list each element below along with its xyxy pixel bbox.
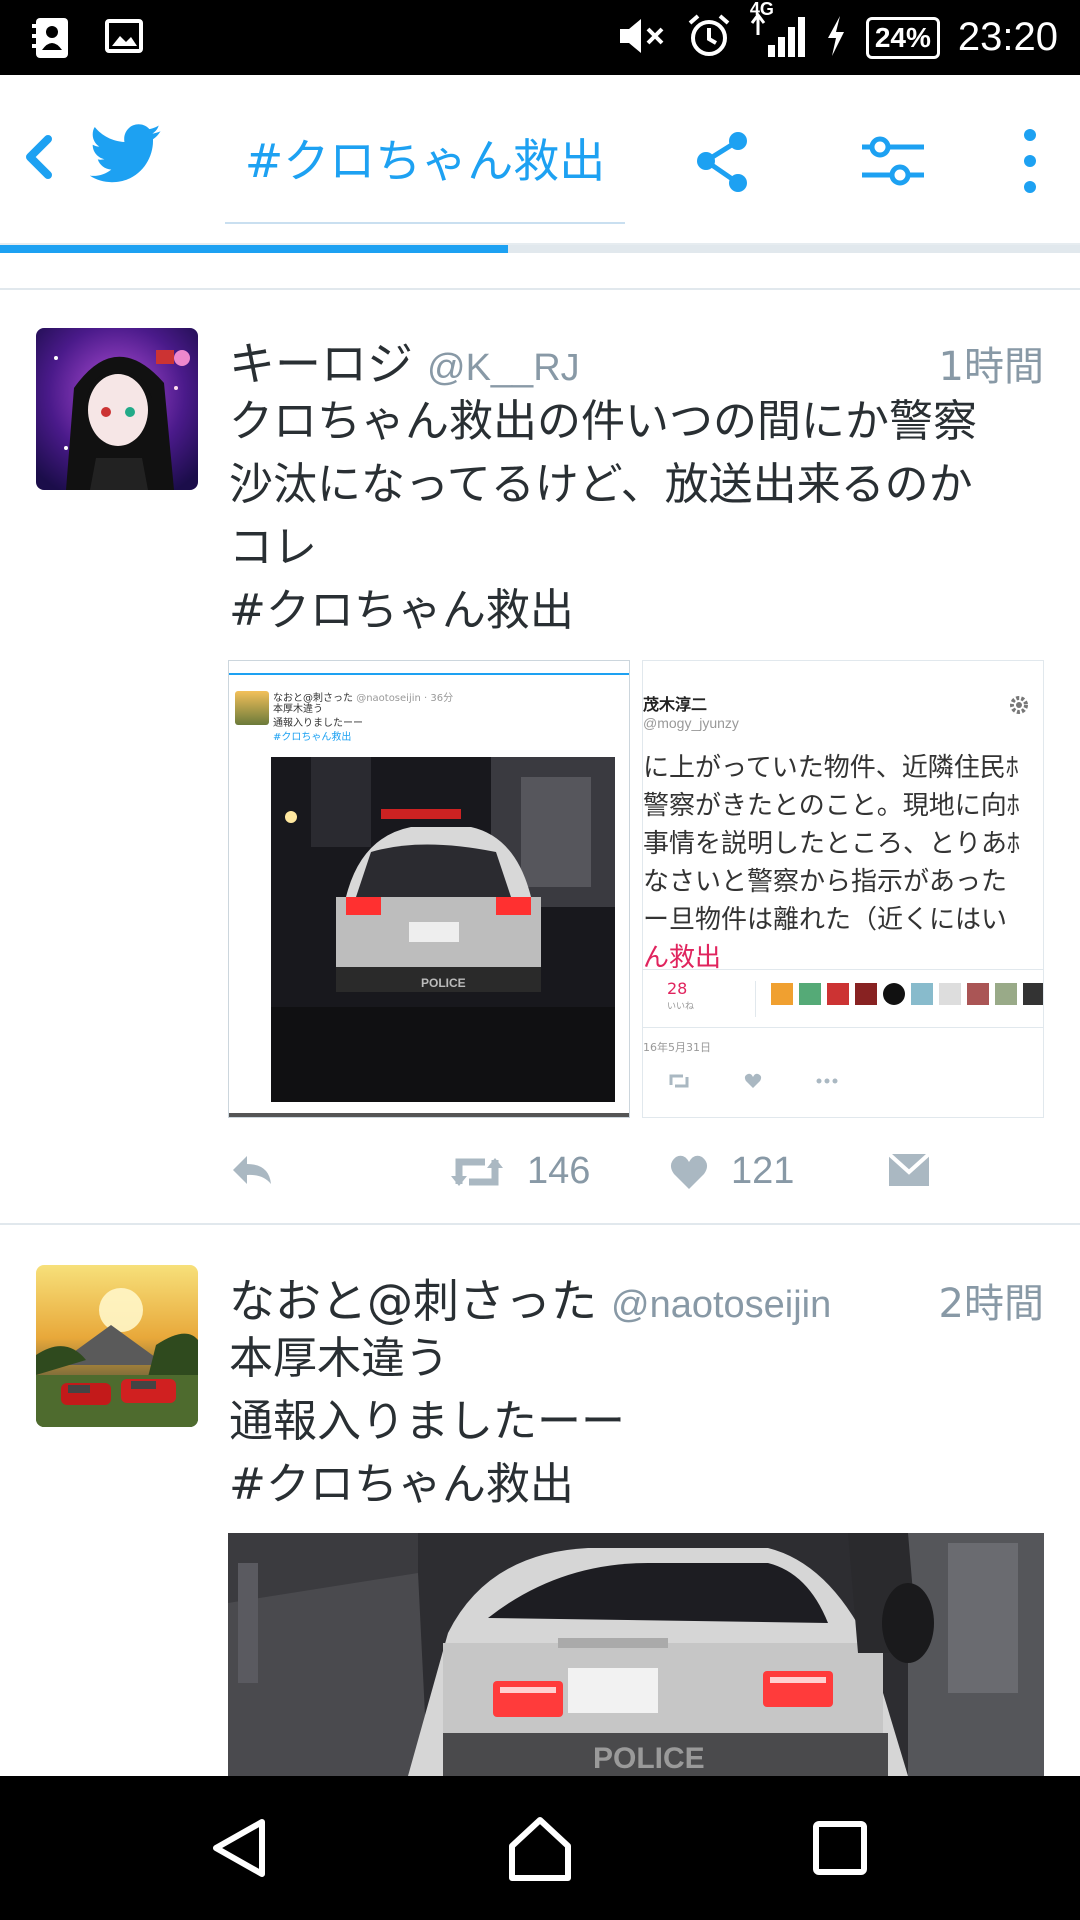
gear-icon <box>1010 696 1028 714</box>
tweet-text-line: 沙汰になってるけど、放送出来るのか <box>229 459 973 510</box>
hashtag-link[interactable]: #クロちゃん救出 <box>229 579 1052 642</box>
embedded-text-line: 警察がきたとのこと。現地に向ﾎ <box>643 791 1020 821</box>
embedded-text-line: 通報入りましたーー <box>273 718 363 729</box>
embedded-handle: @mogy_jyunzy <box>643 715 739 731</box>
tweet-time: 2時間 <box>938 1281 1044 1327</box>
tweet-text: クロちゃん救出の件いつの間にか警察 沙汰になってるけど、放送出来るのか コレ #… <box>229 390 1052 642</box>
retweet-count: 146 <box>527 1150 591 1192</box>
nav-back-button[interactable] <box>200 1808 280 1888</box>
embedded-name: 茂木淳二 <box>643 695 708 714</box>
charging-icon <box>824 14 848 62</box>
embedded-divider <box>643 1027 1043 1028</box>
network-type-label: 4G <box>749 0 774 19</box>
tweet-text-line: 通報入りましたーー <box>229 1396 625 1447</box>
filter-icon <box>862 136 924 186</box>
embedded-text-line: 事情を説明したところ、とりあﾎ <box>643 829 1021 859</box>
embedded-like-label: いいね <box>667 1002 695 1012</box>
embedded-handle: @naotoseijin · 36分 <box>356 693 454 704</box>
hashtag-link[interactable]: #クロちゃん救出 <box>229 1453 1052 1516</box>
more-options-button[interactable] <box>1000 127 1060 197</box>
heart-icon <box>670 1155 708 1189</box>
reply-button[interactable] <box>229 1150 275 1190</box>
embedded-like-icon <box>744 1073 762 1088</box>
embedded-like-count: 28 <box>667 979 688 998</box>
tweet-1[interactable]: キーロジ @K__RJ 1時間 クロちゃん救出の件いつの間にか警察 沙汰になって… <box>0 290 1080 1225</box>
embedded-tab-strip <box>229 661 629 675</box>
direct-message-button[interactable] <box>887 1150 931 1190</box>
police-car-photo[interactable]: POLICE <box>228 1533 1044 1776</box>
embedded-action-icons <box>667 1071 967 1093</box>
user-handle[interactable]: @naotoseijin <box>611 1284 831 1327</box>
embedded-text-line: 本厚木違う <box>273 704 323 715</box>
media-image-right[interactable]: 茂木淳二 @mogy_jyunzy に上がっていた物件、近隣住民ﾎ 警察がきたと… <box>642 660 1044 1118</box>
embedded-divider <box>643 969 1043 970</box>
tweet-text: 本厚木違う 通報入りましたーー #クロちゃん救出 <box>229 1327 1052 1516</box>
like-button[interactable]: 121 <box>669 1150 794 1193</box>
home-icon <box>509 1817 571 1881</box>
police-plate-text: POLICE <box>593 1742 705 1775</box>
embedded-liker-avatars <box>771 983 1043 1005</box>
embedded-text-line: ー旦物件は離れた（近くにはい <box>643 905 1008 935</box>
tweet-header: なおと@刺さった @naotoseijin 2時間 <box>229 1265 1044 1328</box>
back-icon <box>26 135 52 179</box>
tweet-text-line: 本厚木違う <box>229 1333 449 1384</box>
user-name[interactable]: キーロジ <box>229 328 413 394</box>
retweet-icon <box>451 1157 503 1186</box>
share-button[interactable] <box>690 127 760 197</box>
loading-progress-bar <box>0 245 1080 253</box>
tweet-2[interactable]: なおと@刺さった @naotoseijin 2時間 本厚木違う 通報入りましたー… <box>0 1225 1080 1776</box>
filter-button[interactable] <box>858 127 928 197</box>
embedded-tweet-text: 本厚木違う 通報入りましたーー #クロちゃん救出 <box>273 703 363 745</box>
avatar[interactable] <box>36 1265 198 1427</box>
embedded-text-block: に上がっていた物件、近隣住民ﾎ 警察がきたとのこと。現地に向ﾎ 事情を説明したと… <box>643 749 1043 977</box>
embedded-retweet-icon <box>669 1074 689 1088</box>
police-plate-text: POLICE <box>421 976 466 990</box>
status-bar: 4G 24% 23:20 <box>0 0 1080 75</box>
tab-search-query[interactable]: #クロちゃん救出 <box>225 119 625 219</box>
embedded-more-icon <box>816 1078 838 1084</box>
user-handle[interactable]: @K__RJ <box>427 347 580 390</box>
tweet-actions: 146 121 <box>229 1150 1049 1210</box>
tab-underline <box>225 222 625 224</box>
embedded-text-line: に上がっていた物件、近隣住民ﾎ <box>643 753 1019 783</box>
tweet-text-line: クロちゃん救出の件いつの間にか警察 <box>229 396 977 447</box>
back-triangle-icon <box>213 1819 265 1877</box>
system-nav-bar <box>0 1776 1080 1920</box>
like-count: 121 <box>731 1150 795 1192</box>
tweet-time: 1時間 <box>938 344 1044 390</box>
tweet-header: キーロジ @K__RJ 1時間 <box>229 328 1044 391</box>
app-bar: #クロちゃん救出 <box>0 75 1080 245</box>
embedded-bottom-bar <box>229 1113 629 1117</box>
signal-icon: 4G <box>750 0 806 63</box>
alarm-icon <box>686 13 732 63</box>
tweet-text-line: コレ <box>229 522 317 573</box>
envelope-icon <box>887 1152 931 1186</box>
back-button[interactable] <box>18 127 58 187</box>
police-car-photo: POLICE <box>271 757 615 1102</box>
embedded-text-line: なさいと警察から指示があった <box>643 867 1008 897</box>
embedded-hashtag: ん救出 <box>643 943 722 973</box>
nav-recents-button[interactable] <box>800 1808 880 1888</box>
embedded-hashtag: #クロちゃん救出 <box>273 732 352 743</box>
clock: 23:20 <box>957 15 1058 59</box>
embedded-tweet-meta: なおと@刺さった @naotoseijin · 36分 <box>273 689 453 704</box>
embedded-divider-vertical <box>755 981 756 1017</box>
user-name[interactable]: なおと@刺さった <box>229 1265 597 1331</box>
mute-icon <box>616 14 668 62</box>
loading-progress-fill <box>0 245 508 253</box>
recents-icon <box>813 1821 867 1875</box>
embedded-date: 16年5月31日 <box>643 1041 711 1054</box>
battery-level: 24% <box>865 16 940 59</box>
embedded-avatar <box>235 691 269 725</box>
media-image-left[interactable]: なおと@刺さった @naotoseijin · 36分 本厚木違う 通報入りまし… <box>228 660 630 1118</box>
nav-home-button[interactable] <box>500 1808 580 1888</box>
twitter-bird-icon[interactable] <box>89 123 162 185</box>
retweet-button[interactable]: 146 <box>449 1150 590 1193</box>
image-notification-icon <box>104 16 144 64</box>
avatar[interactable] <box>36 328 198 490</box>
contacts-notification-icon <box>30 16 72 64</box>
reply-icon <box>233 1156 271 1184</box>
more-icon <box>1024 129 1036 193</box>
share-icon <box>697 132 747 192</box>
